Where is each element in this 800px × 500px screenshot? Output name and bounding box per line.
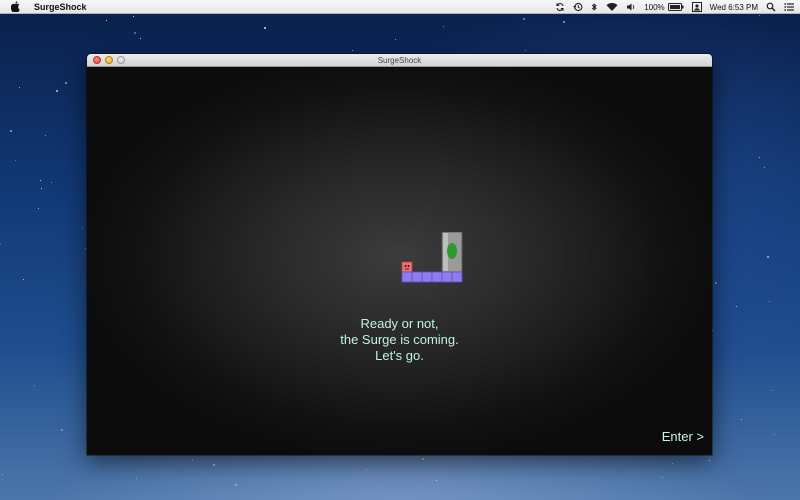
wifi-icon[interactable] [606,0,618,14]
bluetooth-icon[interactable] [591,0,598,14]
star [759,15,760,16]
star [82,228,83,229]
star [436,480,437,481]
star [38,208,39,209]
star [712,330,713,331]
star [133,16,134,17]
star [774,434,775,435]
sync-icon[interactable] [555,0,565,14]
star [45,135,46,136]
star [736,306,737,307]
star [563,21,565,23]
star [61,429,63,431]
desktop-background: SurgeShock 100% Wed 6:53 PM SurgeShock R… [0,0,800,500]
story-line: Let's go. [375,348,424,363]
star [741,419,742,420]
game-screen: Ready or not, the Surge is coming. Let's… [87,67,712,455]
platform-tile [421,271,433,283]
clock[interactable]: Wed 6:53 PM [710,0,758,14]
notification-list-icon[interactable] [784,0,794,14]
star [15,160,16,161]
menu-bar: SurgeShock 100% Wed 6:53 PM [0,0,800,14]
star [709,460,710,461]
star [213,464,215,466]
window-title: SurgeShock [377,56,422,65]
platform-tile [441,271,453,283]
star [767,256,769,258]
star [772,390,773,391]
app-window: SurgeShock Ready or not, the Surge is co… [87,54,712,455]
star [523,18,525,20]
star [422,458,424,460]
battery-icon [667,3,684,11]
star [662,477,663,478]
star [65,82,67,84]
star [85,248,86,249]
platform-tile [411,271,423,283]
star [19,87,20,88]
player-block [401,261,413,273]
star [106,20,107,21]
platform-tile [431,271,443,283]
enter-button[interactable]: Enter > [662,429,704,445]
star [2,474,3,475]
star [140,38,141,39]
battery-status[interactable]: 100% [644,0,684,14]
volume-icon[interactable] [626,0,636,14]
time-machine-icon[interactable] [573,0,583,14]
user-icon[interactable] [691,0,702,14]
star [395,39,396,40]
star [23,279,24,280]
exit-pillar [441,232,463,273]
star [235,484,237,486]
star [366,469,367,470]
star [352,50,353,51]
green-portal-icon [447,243,457,259]
star [769,301,770,302]
star [759,157,760,158]
star [56,90,58,92]
status-menus: 100% Wed 6:53 PM [555,0,794,14]
platform-tile [401,271,413,283]
star [10,130,12,132]
platform-tile [451,271,463,283]
story-line: the Surge is coming. [340,332,459,347]
battery-percent: 100% [644,2,665,12]
app-name-menu[interactable]: SurgeShock [34,2,87,12]
spotlight-icon[interactable] [766,0,776,14]
star [715,282,717,284]
story-line: Ready or not, [360,316,439,331]
star [672,463,673,464]
star [136,478,137,479]
window-titlebar[interactable]: SurgeShock [87,54,712,67]
star [40,180,41,181]
star [34,385,35,386]
star [443,26,444,27]
star [51,182,52,183]
star [192,460,193,461]
platform-tiles [401,271,463,283]
star [0,243,1,244]
star [525,50,526,51]
story-text: Ready or not, the Surge is coming. Let's… [87,316,712,364]
star [264,27,266,29]
apple-icon[interactable] [10,1,22,13]
star [764,167,765,168]
star [41,188,42,189]
level-preview [401,232,463,283]
star [134,32,136,34]
